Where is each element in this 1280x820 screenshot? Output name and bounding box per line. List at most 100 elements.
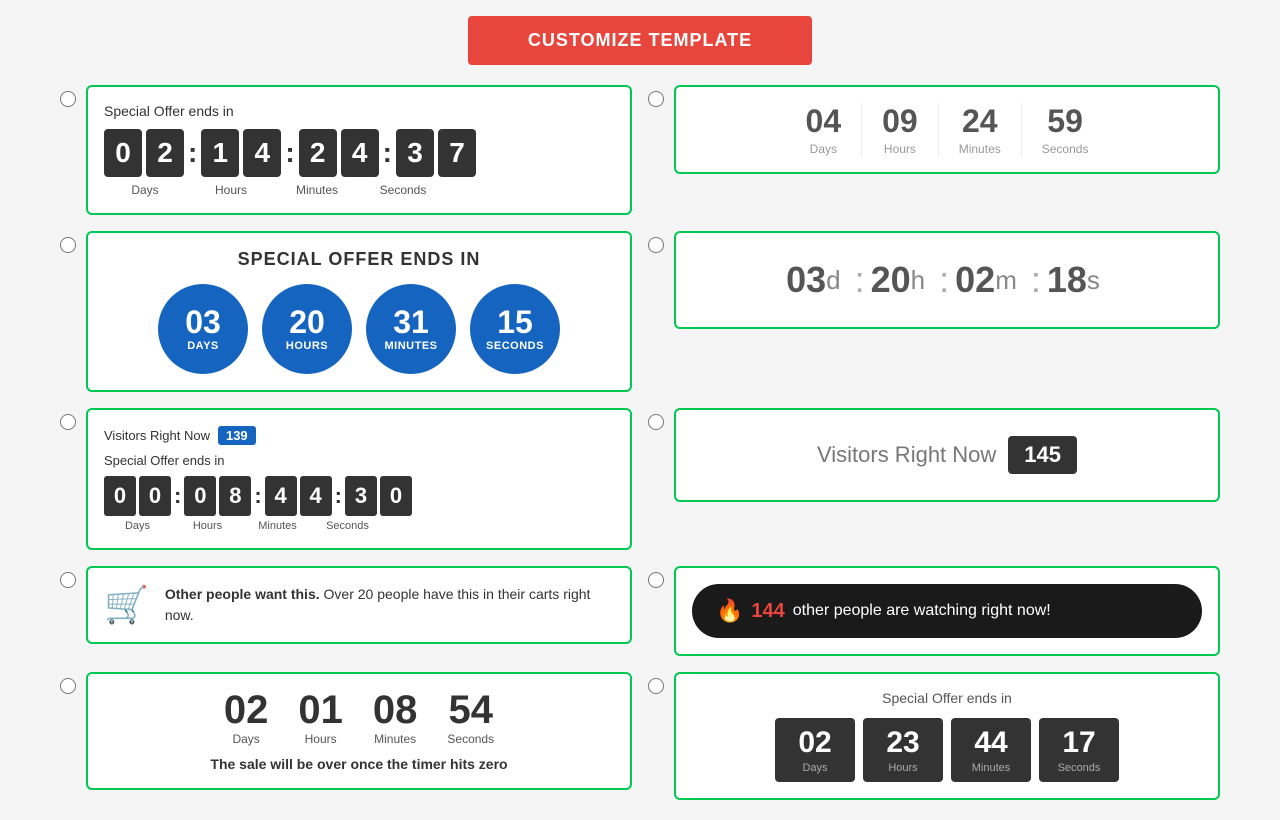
circle-seconds-label: SECONDS: [486, 340, 544, 352]
r3-visitors-label: Visitors Right Now: [817, 442, 996, 468]
minimal-hours-number: 09: [882, 103, 918, 140]
cart-icon: 🛒: [104, 584, 149, 626]
widget-5-radio[interactable]: [60, 678, 76, 694]
widget-3-card: Visitors Right Now 139 Special Offer end…: [86, 408, 632, 550]
dark-seconds-label: Seconds: [1039, 762, 1119, 774]
widget-r1-radio[interactable]: [648, 91, 664, 107]
widget-1-card: Special Offer ends in 0 2 : 1 4 : 2 4 : …: [86, 85, 632, 215]
circle-days-label: DAYS: [187, 340, 219, 352]
simple-days-number: 02: [224, 690, 269, 730]
flip-digit-4: 2: [299, 129, 337, 177]
widget-r1-card: 04 Days 09 Hours 24 Minutes 59 Seconds: [674, 85, 1220, 174]
widget-r1-wrapper: 04 Days 09 Hours 24 Minutes 59 Seconds: [648, 85, 1220, 215]
r2-days-unit: d: [826, 265, 840, 296]
circle-days-number: 03: [185, 306, 221, 338]
widget-r3-visitors: Visitors Right Now 145: [692, 426, 1202, 484]
widget-2-card: SPECIAL OFFER ENDS IN 03 DAYS 20 HOURS 3…: [86, 231, 632, 392]
widget-r4-radio[interactable]: [648, 572, 664, 588]
circle-minutes-label: MINUTES: [385, 340, 438, 352]
circle-item-days: 03 DAYS: [158, 284, 248, 374]
widget-4-radio[interactable]: [60, 572, 76, 588]
flip-digit-0: 0: [104, 129, 142, 177]
sflip-3: 8: [219, 476, 251, 516]
widget-1-radio[interactable]: [60, 91, 76, 107]
header: CUSTOMIZE TEMPLATE: [0, 0, 1280, 85]
watching-text: other people are watching right now!: [793, 602, 1051, 620]
minimal-item-days: 04 Days: [786, 103, 863, 156]
sflip-label-days: Days: [104, 520, 171, 532]
widget-r2-radio[interactable]: [648, 237, 664, 253]
sflip-label-hours: Hours: [174, 520, 241, 532]
widget-3-countdown: 0 0 : 0 8 : 4 4 : 3 0: [104, 476, 614, 516]
widget-r4-card: 🔥 144 other people are watching right no…: [674, 566, 1220, 656]
simple-hours-number: 01: [298, 690, 343, 730]
r3-visitors-badge: 145: [1008, 436, 1077, 474]
simple-item-seconds: 54 Seconds: [447, 690, 494, 746]
simple-hours-label: Hours: [298, 732, 343, 746]
customize-button[interactable]: CUSTOMIZE TEMPLATE: [468, 16, 812, 65]
widget-5-tagline: The sale will be over once the timer hit…: [104, 756, 614, 772]
watching-number: 144: [751, 600, 784, 623]
flip-colon-2: :: [285, 137, 294, 169]
flip-digit-7: 7: [438, 129, 476, 177]
widget-4-card: 🛒 Other people want this. Over 20 people…: [86, 566, 632, 644]
r2-seconds: 18: [1047, 259, 1087, 301]
widget-r5-title: Special Offer ends in: [692, 690, 1202, 706]
flip-digit-1: 2: [146, 129, 184, 177]
widget-3-visitors-row: Visitors Right Now 139: [104, 426, 614, 445]
widget-2-countdown: 03 DAYS 20 HOURS 31 MINUTES 15 SECONDS: [104, 284, 614, 374]
dark-block-seconds: 17 Seconds: [1039, 718, 1119, 782]
circle-hours-label: HOURS: [286, 340, 328, 352]
widget-r1-countdown: 04 Days 09 Hours 24 Minutes 59 Seconds: [692, 103, 1202, 156]
widget-3-labels: Days Hours Minutes Seconds: [104, 520, 614, 532]
widget-r5-radio[interactable]: [648, 678, 664, 694]
flip-digit-5: 4: [341, 129, 379, 177]
sflip-colon-2: :: [254, 483, 261, 509]
widget-3-visitors-badge: 139: [218, 426, 256, 445]
dark-minutes-label: Minutes: [951, 762, 1031, 774]
simple-seconds-number: 54: [447, 690, 494, 730]
dark-days-label: Days: [775, 762, 855, 774]
simple-item-minutes: 08 Minutes: [373, 690, 418, 746]
label-hours: Hours: [190, 183, 272, 197]
circle-hours-number: 20: [289, 306, 325, 338]
simple-item-days: 02 Days: [224, 690, 269, 746]
widget-5-countdown: 02 Days 01 Hours 08 Minutes 54 Seconds: [104, 690, 614, 746]
sflip-6: 3: [345, 476, 377, 516]
flip-digit-3: 4: [243, 129, 281, 177]
circle-item-minutes: 31 MINUTES: [366, 284, 456, 374]
simple-minutes-label: Minutes: [373, 732, 418, 746]
widget-r2-countdown: 03 d : 20 h : 02 m : 18 s: [692, 249, 1202, 311]
watching-pill: 🔥 144 other people are watching right no…: [692, 584, 1202, 638]
widget-1-wrapper: Special Offer ends in 0 2 : 1 4 : 2 4 : …: [60, 85, 632, 215]
widget-2-wrapper: SPECIAL OFFER ENDS IN 03 DAYS 20 HOURS 3…: [60, 231, 632, 392]
cart-text: Other people want this. Over 20 people h…: [165, 584, 614, 626]
widget-2-radio[interactable]: [60, 237, 76, 253]
widget-5-card: 02 Days 01 Hours 08 Minutes 54 Seconds T…: [86, 672, 632, 790]
sflip-4: 4: [265, 476, 297, 516]
widget-r3-radio[interactable]: [648, 414, 664, 430]
simple-seconds-label: Seconds: [447, 732, 494, 746]
widget-r3-wrapper: Visitors Right Now 145: [648, 408, 1220, 550]
r2-sep-3: :: [1031, 259, 1041, 301]
widget-r4-wrapper: 🔥 144 other people are watching right no…: [648, 566, 1220, 656]
sflip-2: 0: [184, 476, 216, 516]
dark-block-hours: 23 Hours: [863, 718, 943, 782]
r2-hours: 20: [871, 259, 911, 301]
widget-r5-countdown: 02 Days 23 Hours 44 Minutes 17 Seconds: [692, 718, 1202, 782]
dark-days-number: 02: [775, 728, 855, 758]
r2-sep-2: :: [939, 259, 949, 301]
flip-digit-2: 1: [201, 129, 239, 177]
minimal-days-number: 04: [806, 103, 842, 140]
simple-minutes-number: 08: [373, 690, 418, 730]
widget-3-subtitle: Special Offer ends in: [104, 453, 614, 468]
widget-3-radio[interactable]: [60, 414, 76, 430]
widget-4-wrapper: 🛒 Other people want this. Over 20 people…: [60, 566, 632, 656]
sflip-1: 0: [139, 476, 171, 516]
widget-r2-card: 03 d : 20 h : 02 m : 18 s: [674, 231, 1220, 329]
circle-seconds-number: 15: [497, 306, 533, 338]
sflip-7: 0: [380, 476, 412, 516]
dark-minutes-number: 44: [951, 728, 1031, 758]
dark-seconds-number: 17: [1039, 728, 1119, 758]
sflip-0: 0: [104, 476, 136, 516]
